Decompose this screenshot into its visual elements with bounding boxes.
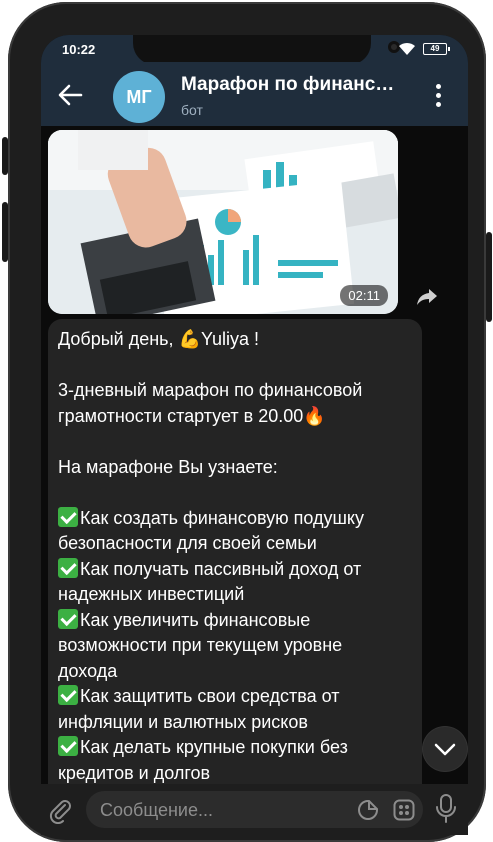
checkmark-icon <box>58 685 78 705</box>
message-line: 3-дневный марафон по финансовой грамотно… <box>58 378 412 429</box>
screen: 10:22 49 МГ Марафон по финанс… бот 02:11… <box>41 35 468 835</box>
chat-title[interactable]: Марафон по финанс… <box>181 74 394 96</box>
chat-area[interactable]: 02:11 Добрый день, 💪Yuliya ! 3-дневный ма… <box>41 126 468 789</box>
message-line <box>58 429 412 455</box>
scroll-down-button[interactable] <box>423 727 467 771</box>
message-text: На марафоне Вы узнаете: <box>58 456 278 477</box>
notch <box>133 35 400 65</box>
avatar[interactable]: МГ <box>113 71 165 123</box>
battery-level: 49 <box>430 44 440 53</box>
back-arrow-icon[interactable] <box>55 80 85 110</box>
message-bubble: Добрый день, 💪Yuliya ! 3-дневный марафон … <box>48 319 422 789</box>
message-text: Как увеличить финансовые возможности при… <box>58 609 343 681</box>
checkmark-icon <box>58 608 78 629</box>
paperclip-icon[interactable] <box>46 796 74 824</box>
message-input[interactable]: Сообщение... <box>86 791 423 828</box>
message-line <box>58 353 412 379</box>
chevron-down-icon <box>434 743 456 756</box>
share-icon[interactable] <box>416 285 438 307</box>
wifi-icon <box>399 42 415 55</box>
phone-side-button <box>486 232 492 322</box>
status-time: 10:22 <box>62 42 96 57</box>
video-message[interactable]: 02:11 <box>48 130 398 314</box>
battery-icon: 49 <box>423 43 450 55</box>
phone-frame: 10:22 49 МГ Марафон по финанс… бот 02:11… <box>2 2 492 842</box>
message-text: Как защитить свои средства от инфляции и… <box>58 686 340 732</box>
message-composer: Сообщение... <box>41 784 468 835</box>
checkmark-icon <box>58 736 78 756</box>
message-text: 3-дневный марафон по финансовой грамотно… <box>58 380 363 426</box>
emoji-keyboard-icon[interactable] <box>393 799 415 821</box>
chat-subtitle: бот <box>181 102 203 118</box>
message-line <box>58 480 412 506</box>
message-input-placeholder: Сообщение... <box>100 800 213 820</box>
message-line: Добрый день, 💪Yuliya ! <box>58 327 412 353</box>
message-text: Добрый день, 💪Yuliya ! <box>58 329 259 349</box>
message-list-item: Как получать пассивный доход от надежных… <box>58 557 412 608</box>
checkmark-icon <box>58 506 78 527</box>
message-list-item: Как увеличить финансовые возможности при… <box>58 608 412 685</box>
phone-side-button <box>2 137 8 175</box>
more-vertical-icon[interactable] <box>430 82 446 112</box>
microphone-icon[interactable] <box>435 794 457 824</box>
message-list-item: Как защитить свои средства от инфляции и… <box>58 684 412 735</box>
message-list-item: Как создать финансовую подушку безопасно… <box>58 506 412 557</box>
video-duration: 02:11 <box>340 285 388 306</box>
sticker-icon[interactable] <box>357 799 379 821</box>
phone-side-button <box>2 202 8 262</box>
message-list-item: Как делать крупные покупки без кредитов … <box>58 735 412 786</box>
message-text: Как создать финансовую подушку безопасно… <box>58 507 365 554</box>
message-line: На марафоне Вы узнаете: <box>58 455 412 481</box>
checkmark-icon <box>58 557 78 578</box>
message-text: Как получать пассивный доход от надежных… <box>58 558 362 605</box>
message-text: Как делать крупные покупки без кредитов … <box>58 737 348 783</box>
status-bar: 10:22 49 <box>41 35 468 65</box>
chat-header: МГ Марафон по финанс… бот <box>41 62 468 126</box>
